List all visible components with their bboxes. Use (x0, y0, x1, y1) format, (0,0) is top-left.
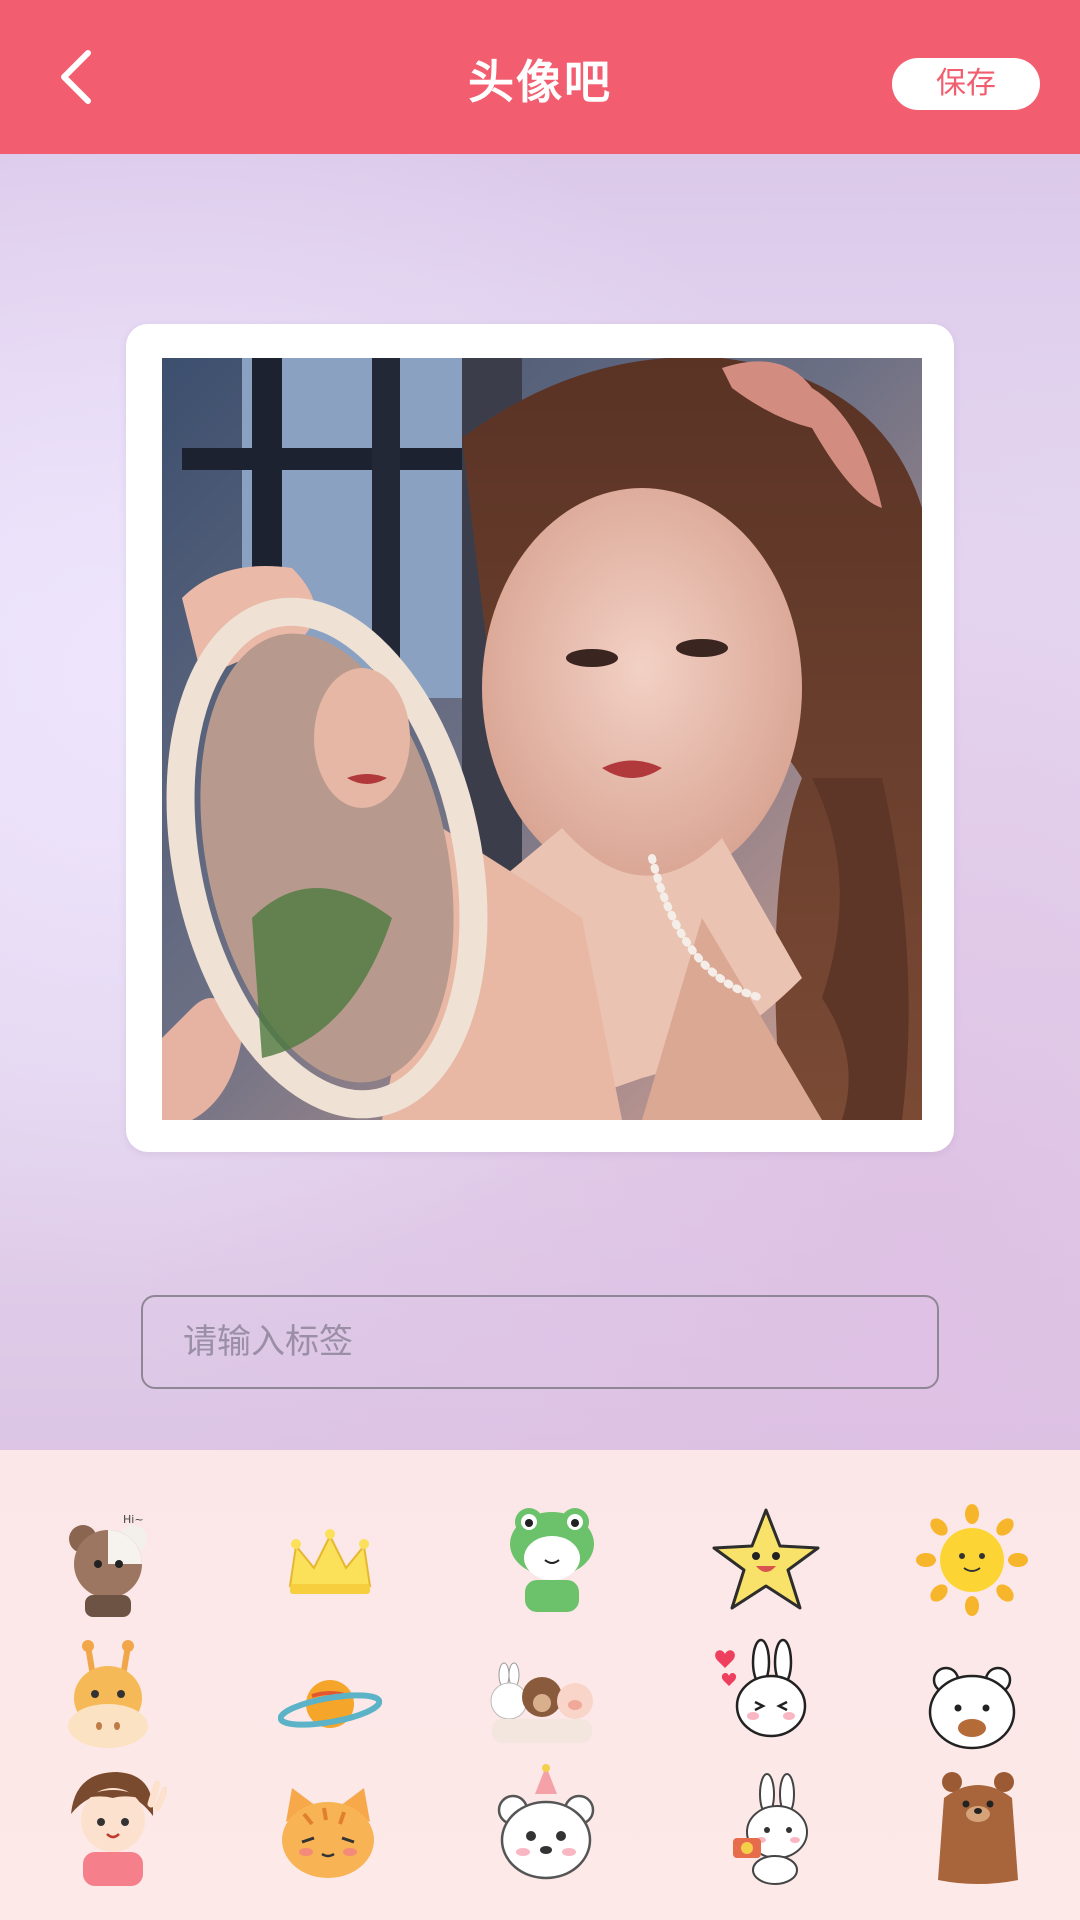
avatar-editor (0, 154, 1080, 1450)
sun-sticker[interactable] (912, 1500, 1032, 1620)
top-bar: 头像吧 保存 (0, 0, 1080, 154)
save-button[interactable]: 保存 (892, 58, 1040, 110)
animal-friends-sticker[interactable] (482, 1642, 602, 1762)
bunny-hearts-sticker[interactable] (700, 1636, 820, 1756)
planet-sticker[interactable] (270, 1644, 390, 1764)
cat-sticker[interactable] (268, 1776, 388, 1896)
sticker-panel: Hi~ (0, 1450, 1080, 1920)
bunny-camera-sticker[interactable] (706, 1770, 826, 1890)
avatar-photo[interactable] (162, 358, 922, 1120)
star-sticker[interactable] (706, 1500, 826, 1620)
avatar-frame[interactable] (126, 324, 954, 1152)
girl-sticker[interactable] (52, 1766, 172, 1886)
sticker-hi-text: Hi~ (123, 1513, 144, 1526)
brown-bear-sticker[interactable] (918, 1768, 1038, 1888)
crown-sticker[interactable] (270, 1504, 390, 1624)
tag-input[interactable] (141, 1295, 939, 1389)
white-bear-sticker[interactable] (912, 1646, 1032, 1766)
bear-sticker[interactable]: Hi~ (48, 1504, 168, 1624)
party-bear-sticker[interactable] (486, 1764, 606, 1884)
frog-sticker[interactable] (492, 1498, 612, 1618)
giraffe-sticker[interactable] (48, 1636, 168, 1756)
